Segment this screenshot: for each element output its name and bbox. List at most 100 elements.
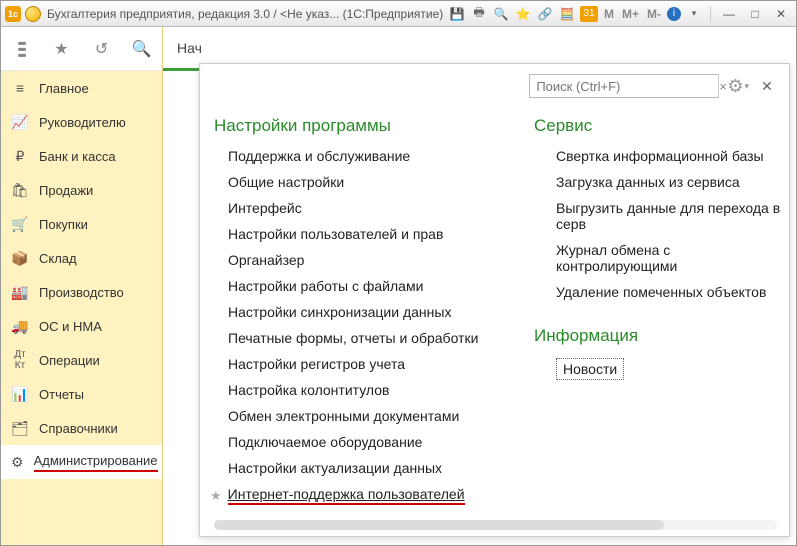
sidebar: ▪▪▪▪▪▪▪▪▪ ★ ↺ 🔍 ≡ Главное 📈 Руководителю… <box>1 27 163 545</box>
link-load-data[interactable]: Загрузка данных из сервиса <box>556 174 789 190</box>
link-print[interactable]: Печатные формы, отчеты и обработки <box>228 330 524 346</box>
ruble-icon: ₽ <box>11 148 29 165</box>
maximize-button[interactable]: □ <box>744 7 766 21</box>
body-area: ▪▪▪▪▪▪▪▪▪ ★ ↺ 🔍 ≡ Главное 📈 Руководителю… <box>1 27 796 545</box>
service-column: Сервис Свертка информационной базы Загру… <box>524 108 789 516</box>
link-support[interactable]: Поддержка и обслуживание <box>228 148 524 164</box>
sidebar-item-label: Руководителю <box>39 115 126 130</box>
sidebar-item-warehouse[interactable]: 📦 Склад <box>1 241 162 275</box>
folder-icon: 🗂 <box>11 420 29 437</box>
truck-icon: 🚚 <box>11 318 29 335</box>
memory-m[interactable]: M <box>602 7 616 21</box>
horizontal-scrollbar[interactable] <box>214 520 777 530</box>
sidebar-item-sales[interactable]: 🛍 Продажи <box>1 173 162 207</box>
window-title: Бухгалтерия предприятия, редакция 3.0 / … <box>47 7 443 21</box>
sidebar-item-admin[interactable]: ⚙ Администрирование <box>1 445 162 479</box>
link-news[interactable]: Новости <box>556 358 789 380</box>
panel-settings-button[interactable]: ⚙▾ <box>727 76 749 97</box>
sidebar-item-manager[interactable]: 📈 Руководителю <box>1 105 162 139</box>
print-icon[interactable]: 🖶 <box>470 6 488 22</box>
section-title-service: Сервис <box>534 116 789 136</box>
search-icon[interactable]: 🔍 <box>130 37 154 61</box>
menu-icon: ≡ <box>11 80 29 96</box>
search-box: × <box>529 74 719 98</box>
sidebar-item-assets[interactable]: 🚚 ОС и НМА <box>1 309 162 343</box>
sidebar-item-label: Производство <box>39 285 124 300</box>
bag-icon: 🛍 <box>11 182 29 199</box>
save-icon[interactable]: 💾 <box>448 6 466 22</box>
panel-header: × ⚙▾ ✕ <box>200 64 789 108</box>
settings-link-list: Поддержка и обслуживание Общие настройки… <box>214 148 524 505</box>
sidebar-item-label: Главное <box>39 81 89 96</box>
link-users[interactable]: Настройки пользователей и прав <box>228 226 524 242</box>
sidebar-toolbar: ▪▪▪▪▪▪▪▪▪ ★ ↺ 🔍 <box>1 27 162 71</box>
gear-icon: ⚙ <box>11 454 24 471</box>
sidebar-item-label: Банк и касса <box>39 149 116 164</box>
sidebar-item-label: Администрирование <box>34 453 158 472</box>
calc-icon[interactable]: 🧮 <box>558 6 576 22</box>
memory-mminus[interactable]: M- <box>645 7 663 21</box>
sidebar-item-label: Отчеты <box>39 387 84 402</box>
close-button[interactable]: ✕ <box>770 7 792 21</box>
factory-icon: 🏭 <box>11 284 29 301</box>
cart-icon: 🛒 <box>11 216 29 233</box>
app-icon: 1c <box>5 6 21 22</box>
link-export-data[interactable]: Выгрузить данные для перехода в серв <box>556 200 789 232</box>
apps-grid-icon[interactable]: ▪▪▪▪▪▪▪▪▪ <box>9 37 33 61</box>
star-icon: ★ <box>210 488 222 504</box>
link-general[interactable]: Общие настройки <box>228 174 524 190</box>
history-icon[interactable]: ↺ <box>90 37 114 61</box>
link-svertka[interactable]: Свертка информационной базы <box>556 148 789 164</box>
info-icon[interactable]: i <box>667 7 681 21</box>
link-registers[interactable]: Настройки регистров учета <box>228 356 524 372</box>
sidebar-item-operations[interactable]: ДтКт Операции <box>1 343 162 377</box>
link-sync[interactable]: Настройки синхронизации данных <box>228 304 524 320</box>
link-organizer[interactable]: Органайзер <box>228 252 524 268</box>
link-exchange-log[interactable]: Журнал обмена с контролирующими <box>556 242 789 274</box>
sidebar-item-reports[interactable]: 📊 Отчеты <box>1 377 162 411</box>
search-clear-button[interactable]: × <box>718 75 727 97</box>
favorite-icon[interactable]: ⭐ <box>514 6 532 22</box>
orb-icon[interactable] <box>25 6 41 22</box>
sidebar-item-main[interactable]: ≡ Главное <box>1 71 162 105</box>
sidebar-item-label: ОС и НМА <box>39 319 102 334</box>
titlebar-toolbar: 💾 🖶 🔍 ⭐ 🔗 🧮 31 M M+ M- i ▾ — □ ✕ <box>448 6 792 22</box>
sidebar-item-label: Справочники <box>39 421 118 436</box>
trend-icon: 📈 <box>11 114 29 131</box>
memory-mplus[interactable]: M+ <box>620 7 641 21</box>
ops-icon: ДтКт <box>11 349 29 371</box>
info-dropdown-icon[interactable]: ▾ <box>685 6 703 22</box>
panel-close-button[interactable]: ✕ <box>757 78 777 95</box>
service-link-list: Свертка информационной базы Загрузка дан… <box>534 148 789 300</box>
link-interface[interactable]: Интерфейс <box>228 200 524 216</box>
separator <box>710 6 711 22</box>
link-internet-support[interactable]: ★ Интернет-поддержка пользователей <box>228 486 524 505</box>
sidebar-item-bank[interactable]: ₽ Банк и касса <box>1 139 162 173</box>
app-window: 1c Бухгалтерия предприятия, редакция 3.0… <box>0 0 797 546</box>
link-edoc[interactable]: Обмен электронными документами <box>228 408 524 424</box>
scrollbar-thumb[interactable] <box>214 520 664 530</box>
preview-icon[interactable]: 🔍 <box>492 6 510 22</box>
search-input[interactable] <box>530 79 718 94</box>
info-link-list: Новости <box>534 358 789 380</box>
link-files[interactable]: Настройки работы с файлами <box>228 278 524 294</box>
calendar-icon[interactable]: 31 <box>580 6 598 22</box>
section-title-info: Информация <box>534 326 789 346</box>
sidebar-item-catalogs[interactable]: 🗂 Справочники <box>1 411 162 445</box>
star-icon[interactable]: ★ <box>49 37 73 61</box>
sidebar-item-label: Операции <box>39 353 100 368</box>
link-headers[interactable]: Настройка колонтитулов <box>228 382 524 398</box>
sidebar-item-label: Продажи <box>39 183 93 198</box>
panel-body: Настройки программы Поддержка и обслужив… <box>200 108 789 516</box>
tab-label: Нач <box>177 40 202 56</box>
settings-column: Настройки программы Поддержка и обслужив… <box>214 108 524 516</box>
box-icon: 📦 <box>11 250 29 267</box>
link-equipment[interactable]: Подключаемое оборудование <box>228 434 524 450</box>
link-delete-marked[interactable]: Удаление помеченных объектов <box>556 284 789 300</box>
sidebar-item-production[interactable]: 🏭 Производство <box>1 275 162 309</box>
sidebar-item-purchases[interactable]: 🛒 Покупки <box>1 207 162 241</box>
minimize-button[interactable]: — <box>718 7 740 21</box>
link-actualize[interactable]: Настройки актуализации данных <box>228 460 524 476</box>
link-icon[interactable]: 🔗 <box>536 6 554 22</box>
report-icon: 📊 <box>11 386 29 403</box>
